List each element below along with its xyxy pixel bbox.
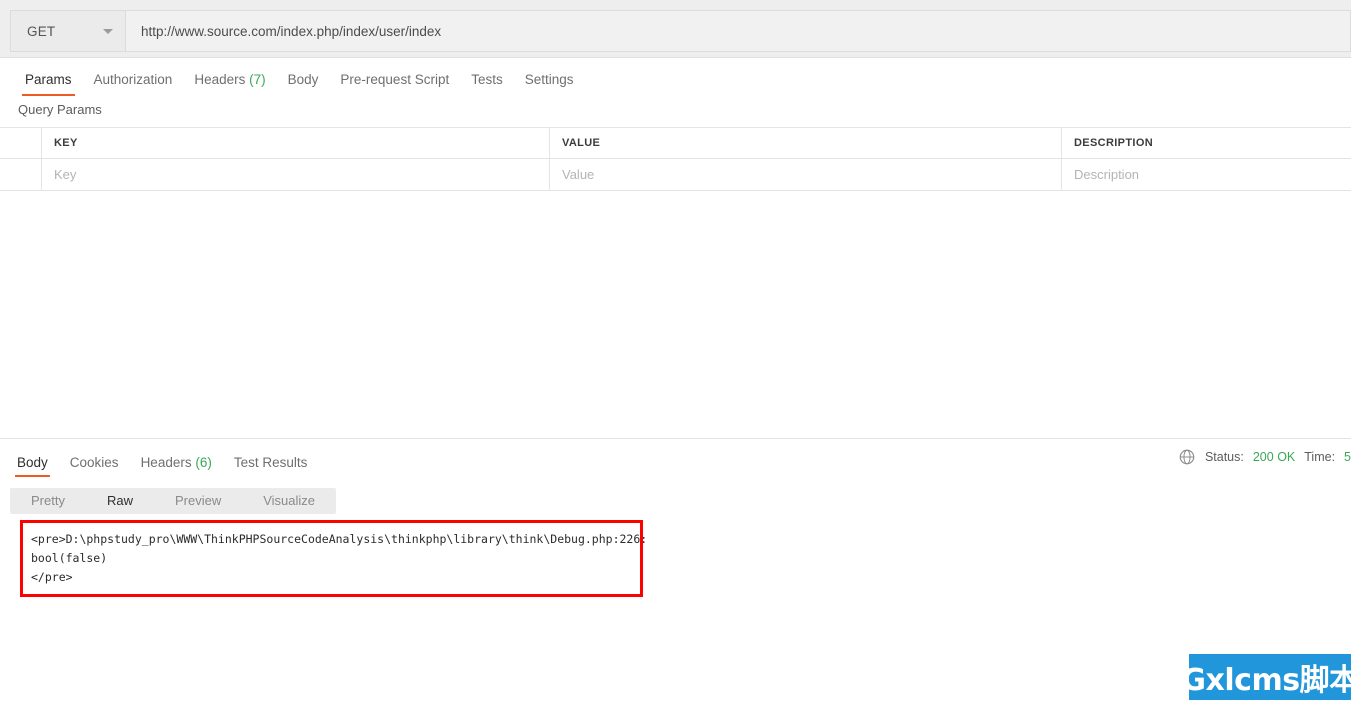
globe-icon bbox=[1178, 448, 1196, 466]
tab-authorization-label: Authorization bbox=[93, 72, 173, 87]
tab-pre-request-script[interactable]: Pre-request Script bbox=[329, 72, 460, 96]
request-url-bar: GET http://www.source.com/index.php/inde… bbox=[0, 0, 1351, 58]
response-tab-headers-label: Headers bbox=[140, 455, 192, 470]
tab-settings[interactable]: Settings bbox=[514, 72, 585, 96]
response-status-area: Status: 200 OK Time: 5 bbox=[1178, 448, 1351, 466]
tab-headers-label: Headers bbox=[194, 72, 246, 87]
tab-headers-count: (7) bbox=[249, 72, 266, 87]
response-tab-body-label: Body bbox=[17, 455, 48, 470]
watermark-text: Gxlcms脚本 bbox=[1189, 663, 1351, 698]
status-badge: 200 OK bbox=[1252, 450, 1296, 464]
response-tab-cookies-label: Cookies bbox=[69, 455, 119, 470]
tab-params-label: Params bbox=[25, 72, 72, 87]
watermark-logo: Gxlcms脚本 bbox=[1189, 654, 1351, 700]
row-description-input[interactable]: Description bbox=[1062, 159, 1351, 190]
response-tab-headers[interactable]: Headers (6) bbox=[130, 455, 223, 477]
response-tab-body[interactable]: Body bbox=[6, 455, 59, 477]
response-body-text: <pre>D:\phpstudy_pro\WWW\ThinkPHPSourceC… bbox=[31, 532, 648, 584]
table-row[interactable]: Key Value Description bbox=[0, 159, 1351, 190]
response-view-toggle: Pretty Raw Preview Visualize bbox=[10, 488, 337, 514]
status-label: Status: bbox=[1204, 450, 1244, 464]
response-tab-headers-count: (6) bbox=[195, 455, 212, 470]
tab-tests-label: Tests bbox=[471, 72, 503, 87]
tab-params[interactable]: Params bbox=[14, 72, 83, 96]
header-key: KEY bbox=[42, 128, 550, 158]
response-divider bbox=[0, 438, 1351, 439]
table-header-row: KEY VALUE DESCRIPTION bbox=[0, 128, 1351, 159]
http-method-select[interactable]: GET bbox=[10, 10, 125, 52]
row-value-input[interactable]: Value bbox=[550, 159, 1062, 190]
tab-settings-label: Settings bbox=[524, 72, 574, 87]
view-tab-pretty[interactable]: Pretty bbox=[10, 488, 86, 514]
response-tab-cookies[interactable]: Cookies bbox=[59, 455, 130, 477]
header-description: DESCRIPTION bbox=[1074, 137, 1154, 149]
header-checkbox-cell bbox=[0, 128, 42, 158]
request-tabs: Params Authorization Headers (7) Body Pr… bbox=[0, 58, 1351, 96]
request-url-input[interactable]: http://www.source.com/index.php/index/us… bbox=[125, 10, 1351, 52]
query-params-title: Query Params bbox=[18, 102, 102, 117]
tab-headers[interactable]: Headers (7) bbox=[183, 72, 276, 96]
response-tabs: Body Cookies Headers (6) Test Results bbox=[0, 445, 1351, 477]
view-tab-raw[interactable]: Raw bbox=[86, 488, 154, 514]
row-checkbox-cell[interactable] bbox=[0, 159, 42, 190]
tab-body-label: Body bbox=[287, 72, 319, 87]
time-label: Time: bbox=[1304, 450, 1336, 464]
header-value: VALUE bbox=[550, 128, 1062, 158]
request-url-group: GET http://www.source.com/index.php/inde… bbox=[10, 10, 1351, 52]
query-params-table: KEY VALUE DESCRIPTION Key Value Descript… bbox=[0, 127, 1351, 191]
response-body-highlight-box: <pre>D:\phpstudy_pro\WWW\ThinkPHPSourceC… bbox=[20, 520, 648, 597]
tab-pre-request-script-label: Pre-request Script bbox=[340, 72, 450, 87]
view-tab-visualize[interactable]: Visualize bbox=[242, 488, 336, 514]
response-tab-test-results-label: Test Results bbox=[233, 455, 308, 470]
tab-tests[interactable]: Tests bbox=[460, 72, 514, 96]
http-method-label: GET bbox=[27, 23, 56, 39]
tab-authorization[interactable]: Authorization bbox=[83, 72, 184, 96]
tab-body[interactable]: Body bbox=[277, 72, 330, 96]
chevron-down-icon bbox=[103, 28, 113, 34]
view-tab-preview[interactable]: Preview bbox=[154, 488, 242, 514]
time-value: 5 bbox=[1344, 450, 1351, 464]
row-key-input[interactable]: Key bbox=[42, 159, 550, 190]
response-tab-test-results[interactable]: Test Results bbox=[223, 455, 319, 477]
